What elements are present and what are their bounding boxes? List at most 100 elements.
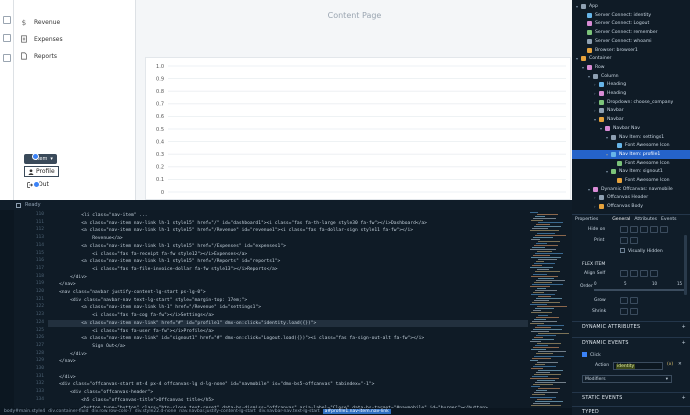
code-line[interactable]: <div class="offcanvas-start mt-4 px-4 of… [48,381,374,389]
shrink-option[interactable] [630,308,638,315]
align-self-option[interactable] [630,270,638,277]
tab-attributes[interactable]: Attributes [634,217,657,222]
breadcrumb-item[interactable]: a#profile1.nav-item.nav-link [322,409,391,414]
tool-icon[interactable] [3,34,11,42]
code-line[interactable]: <i class="fas fa-user fa-fw"></i>Profile… [48,328,214,336]
function-icon[interactable]: (x) [667,362,673,367]
expand-caret-icon[interactable]: ▾ [606,152,610,157]
dynamic-attributes-section[interactable]: DYNAMIC ATTRIBUTES + [572,321,690,333]
structure-node[interactable]: Browser: browser1 [572,46,638,55]
tool-icon[interactable] [3,54,11,62]
nav-item-profile[interactable]: Profile [24,166,59,177]
scrollbar[interactable] [684,235,687,295]
code-line[interactable]: <i class="fas fa-cog fa-fw"></i>Settings… [48,312,214,320]
breadcrumb-item[interactable]: div.row.row-cols-7 [92,409,132,414]
code-line[interactable]: <i class="fas fa-file-invoice-dollar fa-… [48,266,277,274]
breadcrumb-item[interactable]: div.navbar-nav.text-lg-start [259,409,320,414]
align-self-option[interactable] [620,270,628,277]
code-line[interactable]: Sign Out</a> [48,343,125,351]
print-option[interactable] [630,237,638,244]
structure-node[interactable]: ▾ Navbar [572,115,624,124]
add-icon[interactable]: + [682,341,686,346]
expand-caret-icon[interactable]: ▾ [606,135,610,140]
expand-caret-icon[interactable]: › [594,100,598,105]
add-icon[interactable]: + [682,396,686,401]
code-line[interactable]: <div class="navbar-nav text-lg-start" st… [48,297,247,305]
code-editor[interactable]: 110 111 112 113 114 115 116 117 118 119 120 121 122 1… [0,210,572,408]
delete-icon[interactable]: ✕ [678,362,682,367]
structure-node[interactable]: › Navbar [572,106,624,115]
expand-caret-icon[interactable]: › [594,204,598,209]
code-line[interactable]: <a class="nav-item nav-link lh-1 style15… [48,227,413,235]
structure-node[interactable]: Font Awesome Icon [572,159,670,168]
expand-caret-icon[interactable]: ▾ [594,117,598,122]
checkbox[interactable] [582,352,587,357]
add-icon[interactable]: + [682,325,686,330]
code-line[interactable]: <a class="nav-item nav-link" id="signout… [48,335,424,343]
structure-node[interactable]: Font Awesome Icon [572,176,670,185]
code-line[interactable]: <i class="fas fa-receipt fa-fw style12">… [48,251,247,259]
tool-icon[interactable] [3,16,11,24]
code-line[interactable]: </nav> [48,358,76,366]
align-self-option[interactable] [640,270,648,277]
structure-node[interactable]: › Offcanvas Body [572,202,643,211]
grow-option[interactable] [620,297,628,304]
hide-on-option[interactable] [640,226,648,233]
click-event-checkbox[interactable]: Click [582,352,601,358]
sidebar-item-revenue[interactable]: $ Revenue [20,13,61,31]
grow-option[interactable] [630,297,638,304]
selection-handle-icon[interactable] [33,181,40,188]
structure-node[interactable]: ▾ App [572,2,598,11]
breadcrumb-item[interactable]: body#main.style4 [4,409,45,414]
expand-caret-icon[interactable]: ▾ [582,65,586,70]
tab-events[interactable]: Events [661,217,677,222]
code-line[interactable]: </div> [48,374,76,382]
shrink-option[interactable] [620,308,628,315]
structure-node[interactable]: ▾ Navbar Nav [572,124,640,133]
expand-caret-icon[interactable]: › [594,91,598,96]
structure-node[interactable]: ▾ Row [572,63,605,72]
code-line[interactable]: <a class="nav-item nav-link" href="#" id… [48,319,528,328]
structure-node[interactable]: › Offcanvas Header [572,193,648,202]
expand-caret-icon[interactable]: ▾ [576,56,580,61]
structure-node[interactable]: ▾ Column [572,72,619,81]
structure-node[interactable]: ▾ Nav Item: profile1 [572,149,690,159]
structure-node[interactable]: ▾ Nav Item: settings1 [572,133,664,142]
structure-node[interactable]: ▾ Nav Item: signout1 [572,167,663,176]
expand-caret-icon[interactable]: › [594,82,598,87]
code-line[interactable]: <a class="nav-item nav-link lh-1" href="… [48,304,261,312]
dynamic-events-section[interactable]: DYNAMIC EVENTS + [572,337,690,349]
tab-general[interactable]: General [612,217,630,222]
sidebar-item-expenses[interactable]: Expenses [20,30,63,48]
code-line[interactable]: <a class="nav-item nav-link lh-1 style15… [48,258,280,266]
static-events-section[interactable]: STATIC EVENTS + [572,392,690,404]
breadcrumb-item[interactable]: nav.navbar.justify-content-lg-start [179,409,255,414]
code-line[interactable]: <li class="nav-item" ... [48,212,147,220]
structure-node[interactable]: ▾ Dynamic Offcanvas: navmobile [572,185,673,194]
hide-on-option[interactable] [650,226,658,233]
expand-caret-icon[interactable]: › [594,195,598,200]
align-self-option[interactable] [650,270,658,277]
code-line[interactable]: </div> [48,351,87,359]
structure-node[interactable]: Server Connect: remember [572,28,658,37]
hide-on-option[interactable] [630,226,638,233]
code-line[interactable]: Revenue</a> [48,235,122,243]
visually-hidden-checkbox[interactable]: Visually Hidden [620,248,663,254]
structure-node[interactable]: › Dropdown: choose_company [572,98,673,107]
selection-handle-icon[interactable] [32,153,39,160]
expand-caret-icon[interactable]: ▾ [576,4,580,9]
checkbox[interactable] [620,248,625,253]
code-line[interactable]: <div class="offcanvas-header"> [48,389,153,397]
typed-section[interactable]: TYPED [572,406,690,415]
sidebar-item-reports[interactable]: Reports [20,47,57,65]
structure-node[interactable]: › Heading [572,89,626,98]
expand-caret-icon[interactable]: ▾ [606,169,610,174]
structure-node[interactable]: Server Connect: identity [572,11,651,20]
structure-node[interactable]: ▾ Container [572,54,611,63]
modifiers-select[interactable]: Modifiers ▾ [582,375,672,383]
hide-on-option[interactable] [620,226,628,233]
code-line[interactable]: <h5 class="offcanvas-title">Offcanvas ti… [48,397,214,405]
structure-node[interactable]: Server Connect: Logout [572,19,649,28]
selection-badge[interactable]: Item ▾ [24,154,57,164]
expand-caret-icon[interactable]: ▾ [600,126,604,131]
